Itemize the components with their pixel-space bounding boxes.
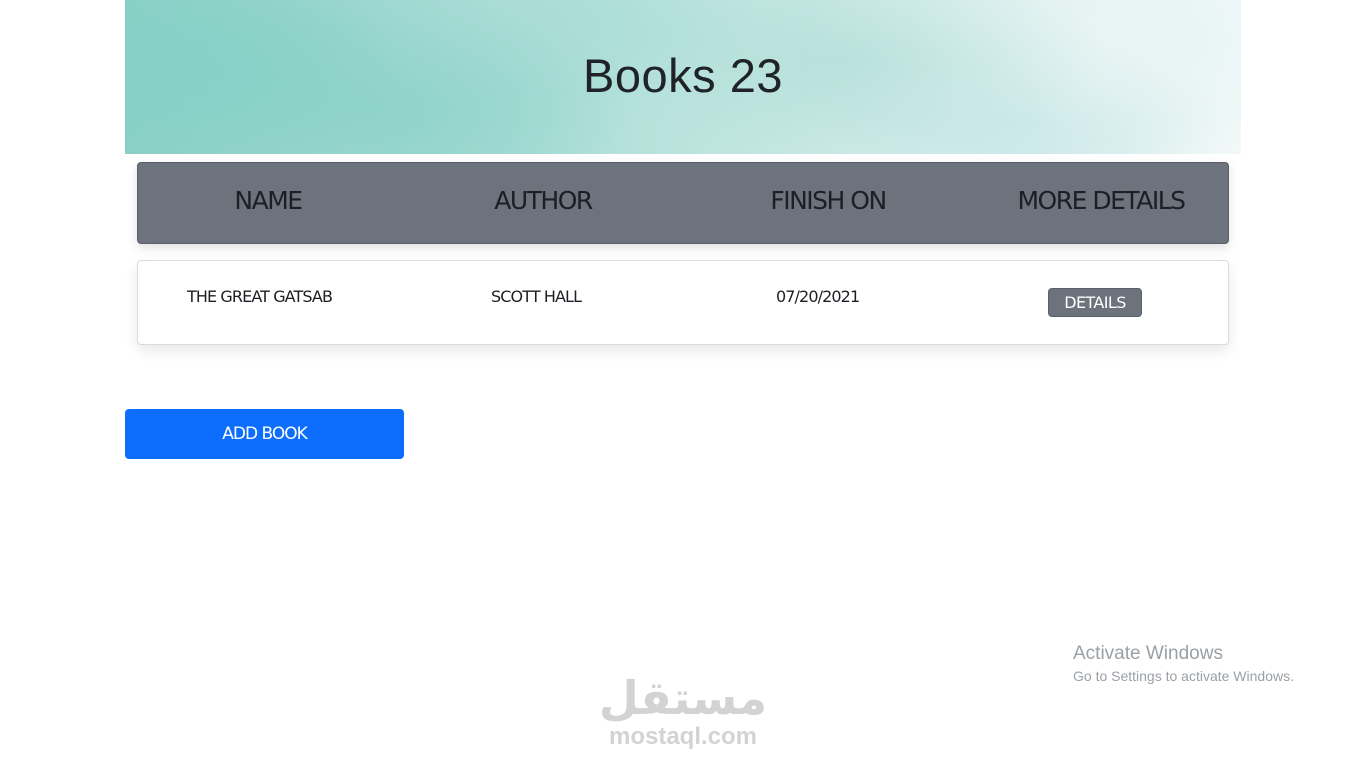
- book-name-cell: THE GREAT GATSAB: [187, 287, 333, 306]
- book-finish-date-cell: 07/20/2021: [776, 287, 860, 306]
- watermark-arabic-logo: مستقل: [598, 671, 768, 725]
- mostaql-watermark: مستقل mostaql.com: [598, 670, 768, 750]
- activate-windows-title: Activate Windows: [1073, 643, 1223, 664]
- page-title: Books 23: [583, 49, 783, 102]
- details-button[interactable]: DETAILS: [1048, 288, 1142, 317]
- table-row: THE GREAT GATSAB SCOTT HALL 07/20/2021 D…: [137, 260, 1229, 345]
- column-header-name: NAME: [234, 186, 303, 215]
- column-header-author: AUTHOR: [494, 186, 593, 215]
- hero-banner: Books 23: [125, 0, 1241, 154]
- table-header: NAME AUTHOR FINISH ON MORE DETAILS: [137, 162, 1229, 244]
- watermark-domain: mostaql.com: [608, 723, 758, 750]
- column-header-finish-on: FINISH ON: [770, 186, 887, 215]
- book-author-cell: SCOTT HALL: [491, 287, 582, 306]
- activate-windows-subtitle: Go to Settings to activate Windows.: [1073, 668, 1294, 684]
- activate-windows-notice: Activate Windows Go to Settings to activ…: [1073, 643, 1294, 686]
- add-book-button[interactable]: ADD BOOK: [125, 409, 404, 459]
- column-header-more-details: MORE DETAILS: [1017, 186, 1186, 215]
